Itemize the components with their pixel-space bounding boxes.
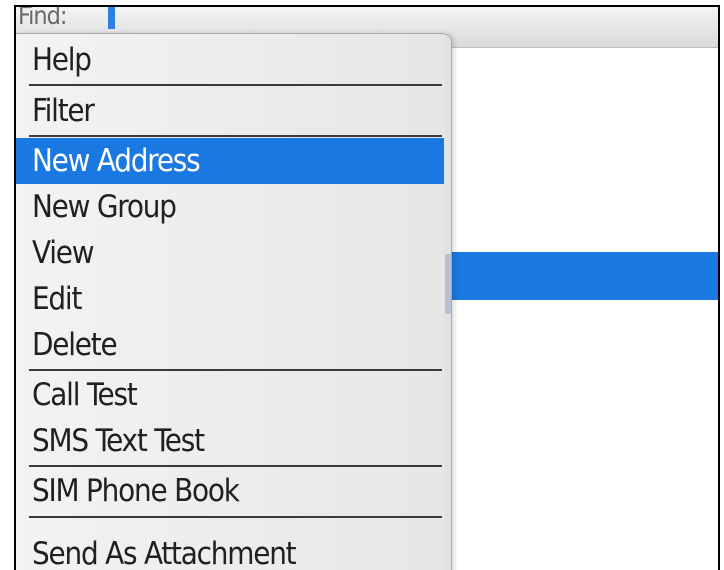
menu-item-call-test[interactable]: Call Test — [16, 372, 444, 418]
menu-item-delete[interactable]: Delete — [16, 322, 444, 368]
menu-item-filter[interactable]: Filter — [16, 88, 444, 134]
find-label: Find: — [18, 5, 67, 30]
menu-item-help[interactable]: Help — [16, 37, 444, 83]
context-menu: Help Filter New Address New Group View E… — [16, 33, 452, 570]
menu-separator — [29, 465, 442, 467]
menu-item-new-address[interactable]: New Address — [16, 138, 444, 184]
menu-separator — [29, 516, 442, 518]
menu-scroll-thumb[interactable] — [445, 254, 451, 314]
menu-separator — [29, 369, 442, 371]
menu-item-new-group[interactable]: New Group — [16, 184, 444, 230]
menu-item-send-as-attachment[interactable]: Send As Attachment — [16, 531, 444, 570]
menu-separator — [29, 135, 442, 137]
menu-item-view[interactable]: View — [16, 230, 444, 276]
screen: Find: Help Filter New Address New Group … — [14, 5, 720, 570]
menu-item-edit[interactable]: Edit — [16, 276, 444, 322]
menu-item-sim-phone-book[interactable]: SIM Phone Book — [16, 468, 444, 514]
text-cursor — [108, 7, 115, 29]
menu-scrollbar[interactable] — [445, 34, 451, 570]
menu-item-sms-text-test[interactable]: SMS Text Test — [16, 418, 444, 464]
menu-separator — [29, 84, 442, 86]
